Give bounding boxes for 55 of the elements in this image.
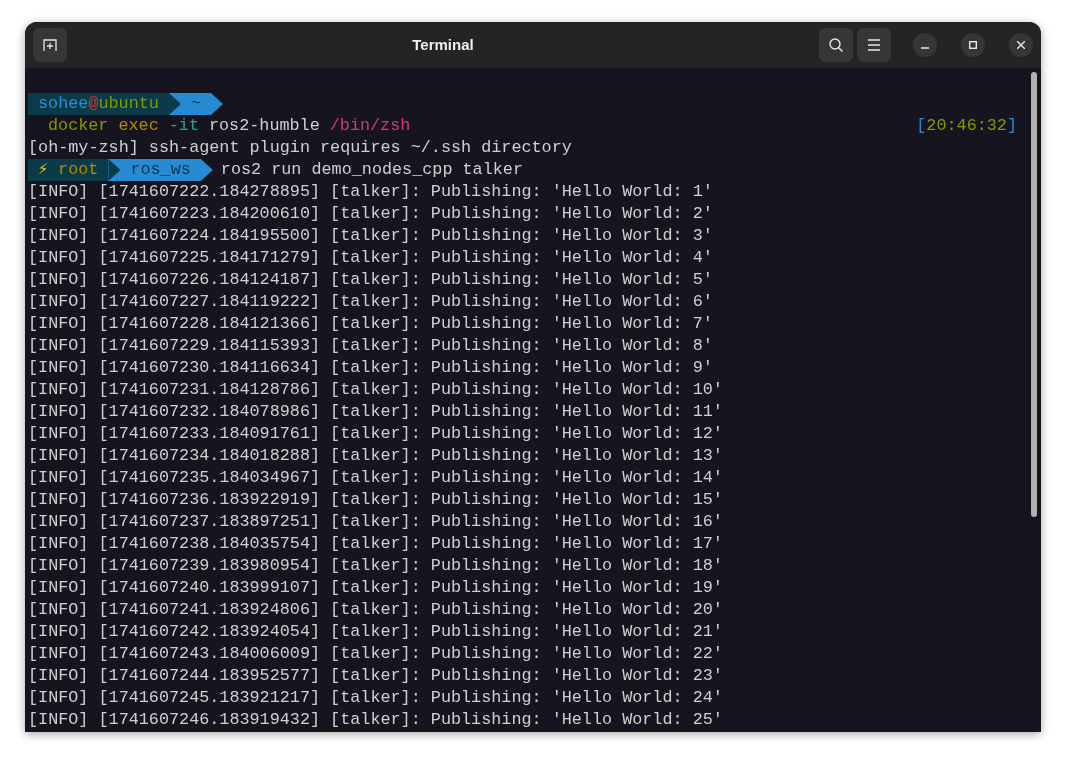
log-line: [INFO] [1741607227.184119222] [talker]: Publishing: 'Hello World: 6' (28, 291, 714, 313)
prompt-text: ~ (190, 93, 201, 115)
log-line: [INFO] [1741607232.184078986] [talker]: Publishing: 'Hello World: 11' (28, 401, 724, 423)
log-line: [INFO] [1741607238.184035754] [talker]: Publishing: 'Hello World: 17' (28, 533, 724, 555)
prompt-text: root (58, 159, 99, 181)
command-text: /bin/zsh (329, 115, 411, 137)
clock-text: 20:46:32 (926, 115, 1007, 137)
log-line: [INFO] [1741607241.183924806] [talker]: Publishing: 'Hello World: 20' (28, 599, 724, 621)
log-line: [INFO] [1741607225.184171279] [talker]: Publishing: 'Hello World: 4' (28, 247, 714, 269)
log-line: [INFO] [1741607239.183980954] [talker]: Publishing: 'Hello World: 18' (28, 555, 724, 577)
log-line: [INFO] [1741607234.184018288] [talker]: Publishing: 'Hello World: 13' (28, 445, 724, 467)
log-line: [INFO] [1741607236.183922919] [talker]: Publishing: 'Hello World: 15' (28, 489, 724, 511)
command-text: docker (48, 115, 109, 137)
search-icon (828, 37, 844, 53)
window-title: Terminal (411, 34, 475, 55)
command-text: ros2 run demo_nodes_cpp talker (220, 159, 523, 181)
prompt-text: sohee (38, 93, 89, 115)
log-line: [INFO] [1741607223.184200610] [talker]: Publishing: 'Hello World: 2' (28, 203, 714, 225)
log-line: [INFO] [1741607246.183919432] [talker]: Publishing: 'Hello World: 25' (28, 709, 724, 731)
new-tab-button[interactable] (33, 28, 67, 62)
log-line: [INFO] [1741607224.184195500] [talker]: Publishing: 'Hello World: 3' (28, 225, 714, 247)
log-line: [INFO] [1741607235.184034967] [talker]: Publishing: 'Hello World: 14' (28, 467, 724, 489)
clock-text: ] (1006, 115, 1017, 137)
prompt-text: @ (88, 93, 99, 115)
log-line: [INFO] [1741607226.184124187] [talker]: Publishing: 'Hello World: 5' (28, 269, 714, 291)
minimize-icon (921, 46, 929, 49)
log-line: [INFO] [1741607245.183921217] [talker]: Publishing: 'Hello World: 24' (28, 687, 724, 709)
log-line: [INFO] [1741607233.184091761] [talker]: Publishing: 'Hello World: 12' (28, 423, 724, 445)
log-line: [INFO] [1741607237.183897251] [talker]: Publishing: 'Hello World: 16' (28, 511, 724, 533)
log-line: [INFO] [1741607230.184116634] [talker]: Publishing: 'Hello World: 9' (28, 357, 714, 379)
log-line: [INFO] [1741607240.183999107] [talker]: Publishing: 'Hello World: 19' (28, 577, 724, 599)
prompt-text: ubuntu (98, 93, 159, 115)
maximize-icon (969, 41, 977, 49)
close-button[interactable] (1009, 33, 1033, 57)
close-icon (1017, 41, 1025, 49)
command-text: -it (168, 115, 199, 137)
menu-icon (867, 39, 881, 51)
log-line: [INFO] [1741607222.184278895] [talker]: Publishing: 'Hello World: 1' (28, 181, 714, 203)
command-text: ros2-humble (208, 115, 320, 137)
log-line: [INFO] [1741607228.184121366] [talker]: Publishing: 'Hello World: 7' (28, 313, 714, 335)
log-line: [INFO] [1741607244.183952577] [talker]: Publishing: 'Hello World: 23' (28, 665, 724, 687)
clock-text: [ (916, 115, 927, 137)
menu-button[interactable] (857, 28, 891, 62)
search-button[interactable] (819, 28, 853, 62)
maximize-button[interactable] (961, 33, 985, 57)
minimize-button[interactable] (913, 33, 937, 57)
log-line: [INFO] [1741607242.183924054] [talker]: Publishing: 'Hello World: 21' (28, 621, 724, 643)
command-text: exec (118, 115, 159, 137)
log-line: [INFO] [1741607231.184128786] [talker]: Publishing: 'Hello World: 10' (28, 379, 724, 401)
log-line: [INFO] [1741607229.184115393] [talker]: Publishing: 'Hello World: 8' (28, 335, 714, 357)
output-line: [oh-my-zsh] ssh-agent plugin requires ~/.ssh directory (28, 137, 573, 159)
new-tab-icon (42, 37, 58, 53)
lightning-icon: ⚡ (38, 159, 49, 181)
prompt-text: ros_ws (130, 159, 191, 181)
log-line: [INFO] [1741607243.184006009] [talker]: Publishing: 'Hello World: 22' (28, 643, 724, 665)
